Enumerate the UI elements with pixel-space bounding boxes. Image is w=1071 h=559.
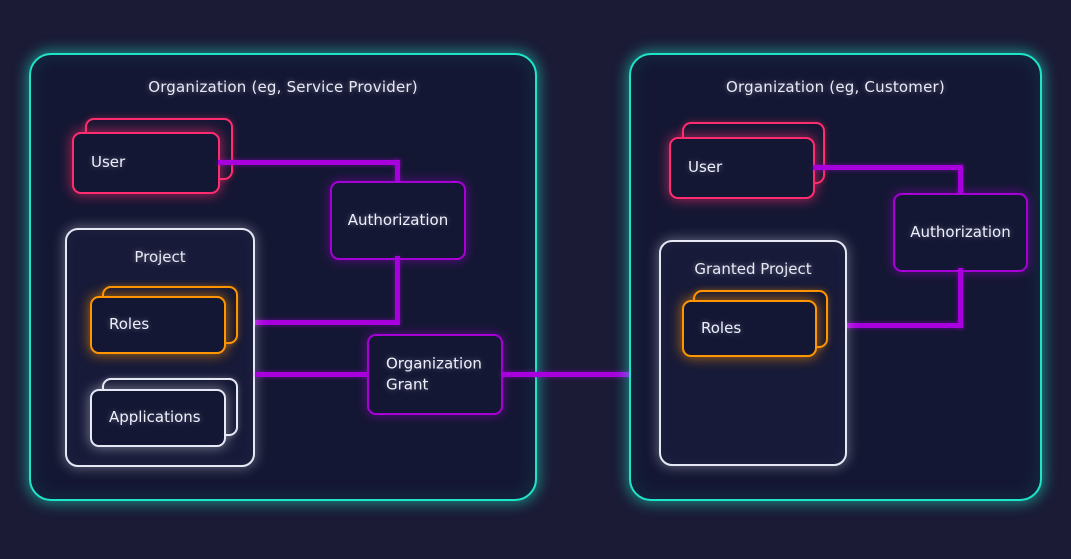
left-authorization-card-label: Authorization: [347, 210, 449, 229]
right-authorization-card-label: Authorization: [910, 222, 1011, 241]
right-organization-title: Organization (eg, Customer): [726, 78, 945, 96]
left-project-container-title: Project: [134, 248, 186, 266]
right-roles-card-label: Roles: [701, 318, 742, 337]
wire-right-user-to-authorization-h: [813, 165, 963, 170]
wire-left-user-to-authorization-h: [218, 160, 400, 165]
left-roles-card[interactable]: Roles: [90, 296, 226, 354]
left-applications-card[interactable]: Applications: [90, 389, 226, 447]
organization-grant-card-label: Organization Grant: [386, 353, 482, 394]
right-user-card[interactable]: User: [669, 137, 815, 199]
diagram-canvas: Organization (eg, Service Provider) User…: [0, 0, 1071, 559]
wire-left-authorization-to-roles-v: [395, 256, 400, 324]
organization-grant-card[interactable]: Organization Grant: [367, 334, 503, 415]
right-roles-card[interactable]: Roles: [682, 300, 817, 357]
left-applications-card-label: Applications: [109, 408, 201, 427]
right-user-card-label: User: [688, 158, 723, 177]
wire-left-project-to-grant: [255, 372, 369, 377]
left-roles-card-label: Roles: [109, 315, 150, 334]
wire-right-authorization-to-roles-v: [958, 268, 963, 328]
left-user-card-label: User: [91, 153, 126, 172]
left-user-card[interactable]: User: [72, 132, 220, 194]
right-authorization-card[interactable]: Authorization: [893, 193, 1028, 272]
left-organization-title: Organization (eg, Service Provider): [148, 78, 418, 96]
left-authorization-card[interactable]: Authorization: [330, 181, 466, 260]
granted-project-container-title: Granted Project: [694, 260, 812, 278]
